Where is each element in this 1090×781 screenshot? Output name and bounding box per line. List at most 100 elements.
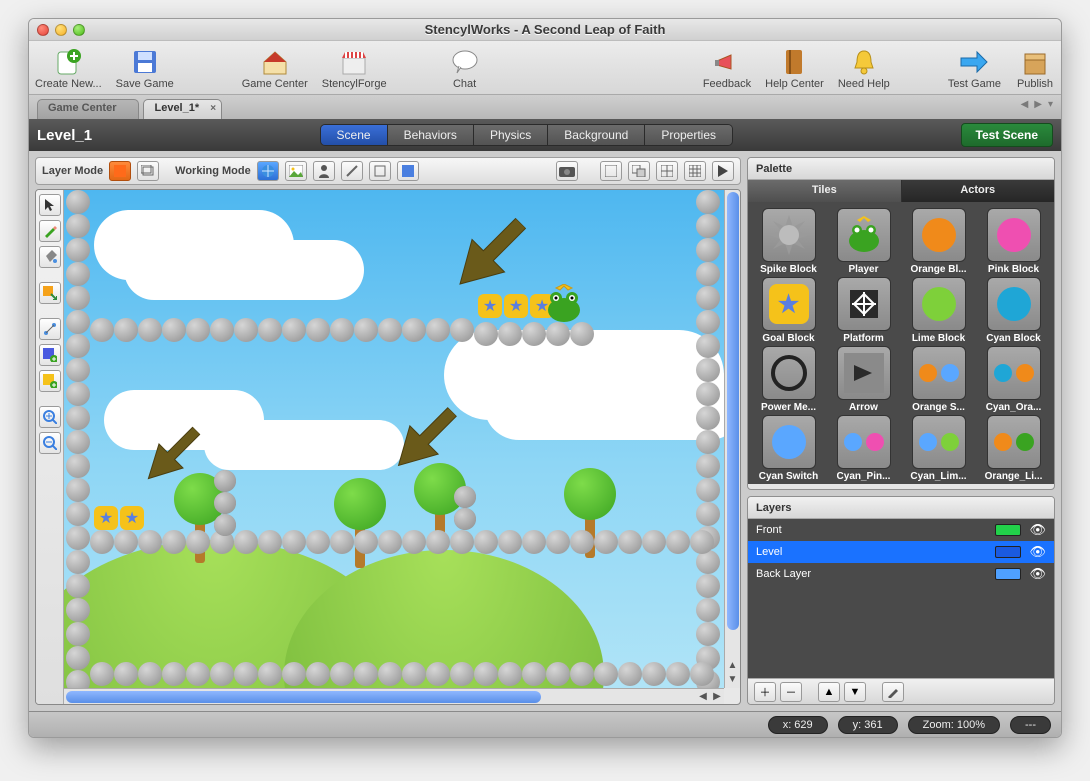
gray-ball [426, 530, 450, 554]
palette-item[interactable]: Cyan_Pin... [827, 415, 900, 482]
gray-ball [696, 310, 720, 334]
palette-item[interactable]: Orange Bl... [902, 208, 975, 275]
layer-mode-stack-button[interactable] [137, 161, 159, 181]
palette-item[interactable]: Lime Block [902, 277, 975, 344]
tab-menu-icon[interactable]: ▾ [1048, 99, 1053, 110]
palette-item[interactable]: Cyan Block [977, 277, 1050, 344]
create-new-button[interactable]: Create New... [35, 46, 102, 90]
line-tool[interactable] [39, 318, 61, 340]
palette-item[interactable]: Cyan_Lim... [902, 415, 975, 482]
scene-canvas[interactable] [64, 190, 724, 688]
layer-edit-button[interactable] [882, 682, 904, 702]
layer-remove-button[interactable]: － [780, 682, 802, 702]
gray-ball [66, 406, 90, 430]
scroll-left-icon[interactable]: ◀ [696, 691, 710, 702]
scroll-down-icon[interactable]: ▼ [728, 674, 738, 688]
tab-game-center[interactable]: Game Center [37, 99, 139, 119]
working-mode-image-button[interactable] [285, 161, 307, 181]
pencil-tool[interactable] [39, 220, 61, 242]
gray-ball [498, 530, 522, 554]
zoom-in-tool[interactable] [39, 406, 61, 428]
scroll-up-icon[interactable]: ▲ [728, 660, 738, 674]
poly-plus-icon [43, 374, 57, 388]
view-single-button[interactable] [600, 161, 622, 181]
gray-ball [696, 430, 720, 454]
palette-item[interactable]: Cyan Switch [752, 415, 825, 482]
gray-ball [642, 530, 666, 554]
palette-item[interactable]: Power Me... [752, 346, 825, 413]
working-mode-region-button[interactable] [341, 161, 363, 181]
poly-add-tool[interactable] [39, 370, 61, 392]
publish-button[interactable]: Publish [1015, 46, 1055, 90]
tile-brush-tool[interactable] [39, 282, 61, 304]
gray-ball [378, 530, 402, 554]
layer-up-button[interactable]: ▲ [818, 682, 840, 702]
palette-item[interactable]: Spike Block [752, 208, 825, 275]
palette-item[interactable]: Pink Block [977, 208, 1050, 275]
canvas-hscrollbar[interactable]: ◀▶ [64, 688, 724, 704]
scrollbar-thumb[interactable] [66, 691, 541, 703]
eye-icon[interactable]: 👁 [1029, 544, 1046, 560]
game-center-button[interactable]: Game Center [242, 46, 308, 90]
tab-next-icon[interactable]: ▶ [1034, 99, 1042, 110]
stencylforge-button[interactable]: StencylForge [322, 46, 387, 90]
feedback-button[interactable]: Feedback [703, 46, 751, 90]
tab-prev-icon[interactable]: ◀ [1021, 99, 1029, 110]
canvas-vscrollbar[interactable]: ▲▼ [724, 190, 740, 688]
working-mode-terrain-button[interactable] [369, 161, 391, 181]
workspace: Layer Mode Working Mode [29, 151, 1061, 711]
working-mode-fill-button[interactable] [397, 161, 419, 181]
gray-ball [378, 318, 402, 342]
palette-item[interactable]: Player [827, 208, 900, 275]
view-split-button[interactable] [628, 161, 650, 181]
scene-tab-behaviors[interactable]: Behaviors [388, 125, 474, 145]
scroll-right-icon[interactable]: ▶ [710, 691, 724, 702]
test-game-button[interactable]: Test Game [948, 46, 1001, 90]
scene-tab-physics[interactable]: Physics [474, 125, 548, 145]
eye-icon[interactable]: 👁 [1029, 566, 1046, 582]
save-game-button[interactable]: Save Game [116, 46, 174, 90]
bucket-tool[interactable] [39, 246, 61, 268]
palette-item[interactable]: Orange S... [902, 346, 975, 413]
palette-item[interactable]: Orange_Li... [977, 415, 1050, 482]
need-help-button[interactable]: Need Help [838, 46, 890, 90]
layer-row[interactable]: Front👁 [748, 519, 1054, 541]
layer-add-button[interactable]: ＋ [754, 682, 776, 702]
test-scene-button[interactable]: Test Scene [961, 123, 1053, 147]
gray-ball [696, 334, 720, 358]
working-mode-globe-button[interactable] [257, 161, 279, 181]
layer-row[interactable]: Level👁 [748, 541, 1054, 563]
help-center-button[interactable]: Help Center [765, 46, 824, 90]
working-mode-actor-button[interactable] [313, 161, 335, 181]
palette-item[interactable]: Platform [827, 277, 900, 344]
gray-ball [306, 662, 330, 686]
tab-level-1[interactable]: Level_1*× [143, 99, 222, 119]
layer-down-button[interactable]: ▼ [844, 682, 866, 702]
palette-item-label: Cyan Block [986, 333, 1040, 344]
palette-item[interactable]: Cyan_Ora... [977, 346, 1050, 413]
close-tab-icon[interactable]: × [210, 103, 216, 114]
palette-item[interactable]: Arrow [827, 346, 900, 413]
select-tool[interactable] [39, 194, 61, 216]
square-filled-icon [114, 165, 126, 177]
snapshot-button[interactable] [556, 161, 578, 181]
zoom-out-tool[interactable] [39, 432, 61, 454]
view-grid9-button[interactable] [684, 161, 706, 181]
scrollbar-thumb[interactable] [727, 192, 739, 630]
palette-item[interactable]: ★Goal Block [752, 277, 825, 344]
view-grid4-button[interactable] [656, 161, 678, 181]
titlebar[interactable]: StencylWorks - A Second Leap of Faith [29, 19, 1061, 41]
gray-ball [696, 262, 720, 286]
layer-row[interactable]: Back Layer👁 [748, 563, 1054, 585]
chat-button[interactable]: Chat [445, 46, 485, 90]
gray-ball [306, 318, 330, 342]
box-add-tool[interactable] [39, 344, 61, 366]
scene-tab-properties[interactable]: Properties [645, 125, 732, 145]
layer-mode-normal-button[interactable] [109, 161, 131, 181]
palette-tab-actors[interactable]: Actors [902, 180, 1055, 202]
scene-tab-scene[interactable]: Scene [321, 125, 388, 145]
eye-icon[interactable]: 👁 [1029, 522, 1046, 538]
scene-tab-background[interactable]: Background [548, 125, 645, 145]
palette-tab-tiles[interactable]: Tiles [748, 180, 902, 202]
play-preview-button[interactable] [712, 161, 734, 181]
